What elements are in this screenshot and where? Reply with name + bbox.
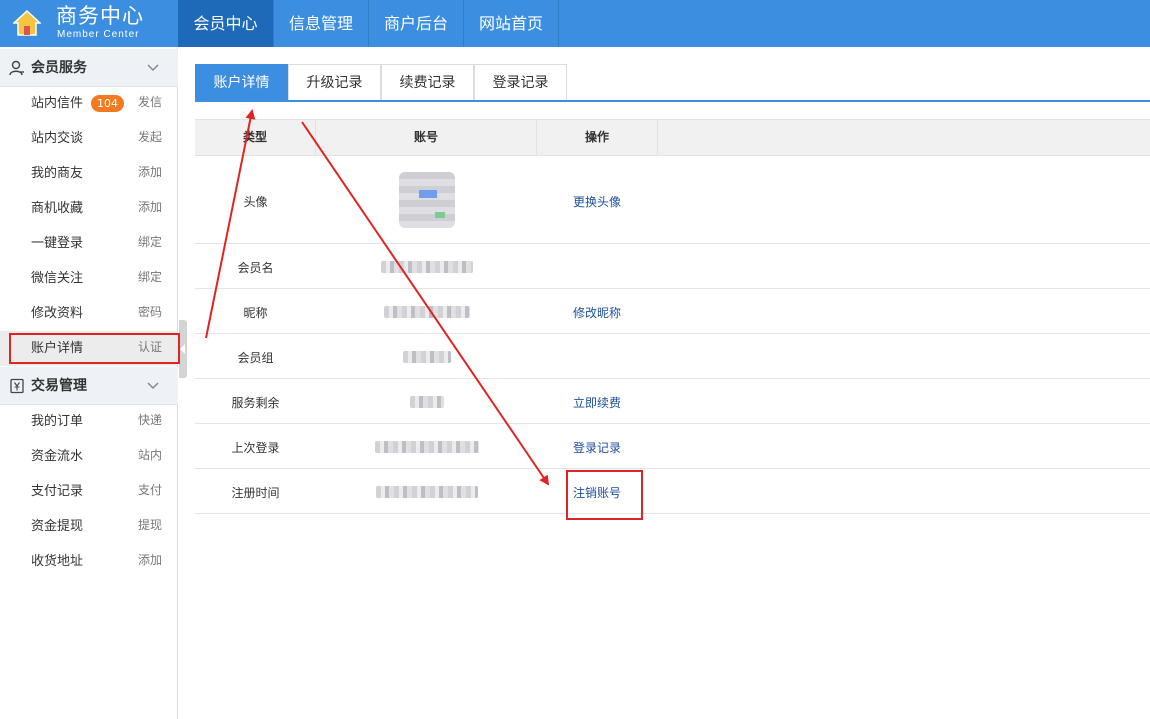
avatar (399, 172, 455, 228)
row-label: 注册时间 (231, 486, 280, 500)
sidebar-item-messages[interactable]: 站内信件 104 发信 (0, 86, 178, 121)
tab-renewal-records[interactable]: 续费记录 (381, 64, 474, 100)
sidebar-item-payment-records[interactable]: 支付记录 支付 (0, 474, 178, 509)
sidebar-item-action[interactable]: 发信 (138, 86, 162, 119)
sidebar: 会员服务 站内信件 104 发信 站内交谈 发起 我的商友 添加 商机收藏 添加… (0, 47, 178, 719)
sidebar-item-shipping-address[interactable]: 收货地址 添加 (0, 544, 178, 579)
sidebar-item-action[interactable]: 发起 (138, 121, 162, 154)
sidebar-item-label: 账户详情 (31, 341, 84, 356)
sidebar-item-label: 我的商友 (31, 166, 84, 181)
app-title: 商务中心 (56, 4, 144, 28)
sidebar-item-label: 收货地址 (31, 554, 84, 569)
change-avatar-link[interactable]: 更换头像 (573, 193, 621, 210)
sidebar-item-label: 支付记录 (31, 484, 84, 499)
sidebar-item-action[interactable]: 添加 (138, 156, 162, 189)
sidebar-item-label: 资金提现 (31, 519, 84, 534)
section-member-services[interactable]: 会员服务 (0, 49, 178, 87)
yen-wallet-icon (10, 378, 24, 394)
redacted-value (316, 261, 537, 277)
sidebar-item-action[interactable]: 绑定 (138, 226, 162, 259)
row-label: 服务剩余 (231, 396, 280, 410)
login-records-link[interactable]: 登录记录 (573, 439, 621, 456)
section-trade-management[interactable]: 交易管理 (0, 367, 178, 405)
house-icon (13, 9, 41, 36)
table-header: 类型 账号 操作 (195, 119, 1150, 156)
redacted-value (316, 396, 537, 412)
table-row-service-remaining: 服务剩余 立即续费 (195, 379, 1150, 424)
redacted-value (316, 351, 537, 367)
sidebar-item-label: 站内信件 (31, 96, 84, 111)
sidebar-item-wechat-follow[interactable]: 微信关注 绑定 (0, 261, 178, 296)
redacted-value (316, 441, 537, 457)
sidebar-item-action[interactable]: 认证 (138, 331, 162, 364)
topnav-website-home[interactable]: 网站首页 (464, 0, 559, 47)
sidebar-item-edit-profile[interactable]: 修改资料 密码 (0, 296, 178, 331)
table-row-member-group: 会员组 (195, 334, 1150, 379)
sidebar-item-action[interactable]: 添加 (138, 191, 162, 224)
column-header-type: 类型 (195, 120, 316, 155)
top-header: 商务中心 Member Center 会员中心 信息管理 商户后台 网站首页 (0, 0, 1150, 47)
row-label: 上次登录 (231, 441, 280, 455)
sidebar-item-action[interactable]: 站内 (138, 439, 162, 472)
sidebar-item-label: 修改资料 (31, 306, 84, 321)
row-label: 会员名 (237, 261, 274, 275)
chevron-down-icon[interactable] (146, 380, 160, 390)
sidebar-item-favorites[interactable]: 商机收藏 添加 (0, 191, 178, 226)
section-title: 会员服务 (31, 60, 87, 76)
sidebar-item-account-details[interactable]: 账户详情 认证 (0, 331, 178, 366)
sidebar-item-fund-flow[interactable]: 资金流水 站内 (0, 439, 178, 474)
table-row-nickname: 昵称 修改昵称 (195, 289, 1150, 334)
sidebar-item-action[interactable]: 添加 (138, 544, 162, 577)
sidebar-item-action[interactable]: 密码 (138, 296, 162, 329)
redacted-value (316, 486, 537, 502)
column-header-account: 账号 (316, 120, 537, 155)
table-row-last-login: 上次登录 登录记录 (195, 424, 1150, 469)
deactivate-account-link[interactable]: 注销账号 (573, 484, 621, 501)
unread-count-badge: 104 (91, 95, 124, 112)
table-row-avatar: 头像 更换头像 (195, 156, 1150, 244)
topnav-merchant-backend[interactable]: 商户后台 (369, 0, 464, 47)
tab-account-details[interactable]: 账户详情 (195, 64, 288, 100)
renew-now-link[interactable]: 立即续费 (573, 394, 621, 411)
row-label: 会员组 (237, 351, 274, 365)
user-icon (9, 60, 24, 76)
sidebar-item-action[interactable]: 快递 (138, 404, 162, 437)
topnav-info-management[interactable]: 信息管理 (274, 0, 369, 47)
row-label: 昵称 (243, 306, 268, 320)
table-row-registration-time: 注册时间 注销账号 (195, 469, 1150, 514)
sidebar-item-business-friends[interactable]: 我的商友 添加 (0, 156, 178, 191)
sidebar-item-action[interactable]: 绑定 (138, 261, 162, 294)
topnav-member-center[interactable]: 会员中心 (178, 0, 274, 47)
sidebar-item-my-orders[interactable]: 我的订单 快递 (0, 404, 178, 439)
logo[interactable]: 商务中心 Member Center (0, 0, 178, 47)
sidebar-collapse-handle[interactable] (179, 320, 187, 378)
app-subtitle: Member Center (57, 29, 140, 40)
edit-nickname-link[interactable]: 修改昵称 (573, 304, 621, 321)
redacted-value (316, 306, 537, 322)
row-label: 头像 (243, 195, 268, 209)
sidebar-item-label: 微信关注 (31, 271, 84, 286)
section-title: 交易管理 (31, 378, 87, 394)
sidebar-item-chat[interactable]: 站内交谈 发起 (0, 121, 178, 156)
sidebar-item-label: 一键登录 (31, 236, 84, 251)
sidebar-item-one-click-login[interactable]: 一键登录 绑定 (0, 226, 178, 261)
sidebar-item-label: 商机收藏 (31, 201, 84, 216)
tab-upgrade-records[interactable]: 升级记录 (288, 64, 381, 100)
sidebar-item-withdraw[interactable]: 资金提现 提现 (0, 509, 178, 544)
sidebar-item-action[interactable]: 提现 (138, 509, 162, 542)
sidebar-item-label: 我的订单 (31, 414, 84, 429)
tab-bar: 账户详情 升级记录 续费记录 登录记录 (195, 64, 1150, 102)
column-header-action: 操作 (537, 120, 658, 155)
chevron-down-icon[interactable] (146, 62, 160, 72)
sidebar-item-label: 站内交谈 (31, 131, 84, 146)
sidebar-item-action[interactable]: 支付 (138, 474, 162, 507)
sidebar-item-label: 资金流水 (31, 449, 84, 464)
tab-login-records[interactable]: 登录记录 (474, 64, 567, 100)
table-row-username: 会员名 (195, 244, 1150, 289)
